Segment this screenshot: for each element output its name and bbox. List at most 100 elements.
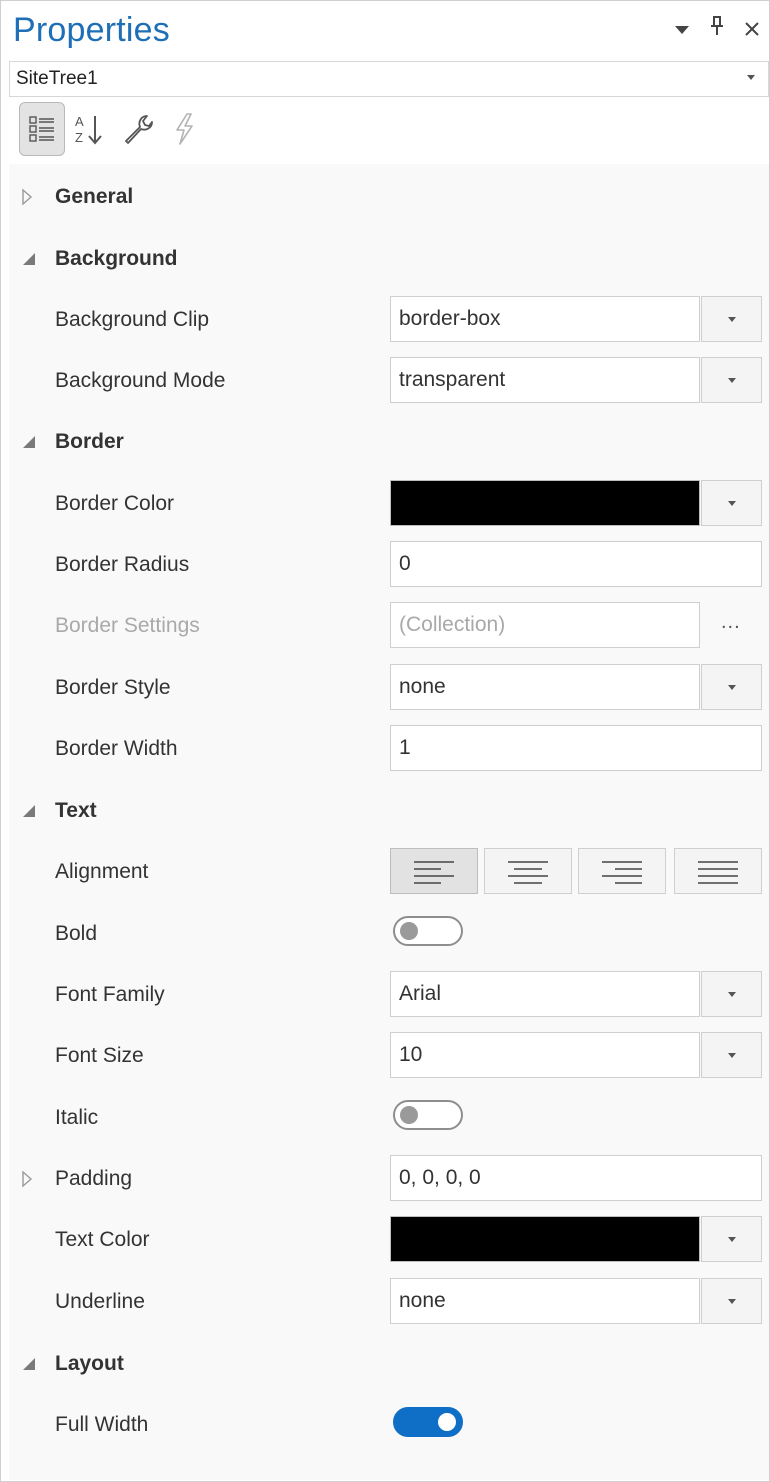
property-label: Border Color <box>55 492 175 515</box>
property-font-size: Font Size 10 <box>9 1031 769 1081</box>
chevron-down-icon[interactable] <box>669 15 695 45</box>
panel-title-bar: Properties <box>1 1 769 61</box>
property-label: Underline <box>55 1290 145 1313</box>
property-bold: Bold <box>9 909 769 959</box>
property-border-settings: Border Settings (Collection) ... <box>9 601 769 651</box>
dropdown-button[interactable] <box>701 1032 762 1078</box>
property-background-clip: Background Clip border-box <box>9 295 769 345</box>
align-left-icon <box>414 861 454 884</box>
property-label: Border Radius <box>55 553 190 576</box>
dropdown-button[interactable] <box>701 971 762 1017</box>
property-border-style: Border Style none <box>9 663 769 713</box>
dropdown-button[interactable] <box>701 357 762 403</box>
dropdown-button[interactable] <box>701 664 762 710</box>
property-italic: Italic <box>9 1093 769 1143</box>
property-underline: Underline none <box>9 1277 769 1327</box>
lightning-icon[interactable] <box>161 102 207 156</box>
wrench-icon[interactable] <box>115 102 161 156</box>
collapse-arrow-icon[interactable] <box>21 1355 37 1373</box>
dropdown-button[interactable] <box>701 1278 762 1324</box>
font-size-select[interactable]: 10 <box>390 1032 700 1078</box>
category-border[interactable]: Border <box>9 417 769 467</box>
toggle-knob <box>400 1106 418 1124</box>
ellipsis-button[interactable]: ... <box>721 611 741 634</box>
property-full-width: Full Width <box>9 1400 769 1450</box>
expand-arrow-icon[interactable] <box>21 1170 37 1188</box>
property-toolbar: A Z <box>9 98 769 164</box>
toggle-knob <box>438 1413 456 1431</box>
category-label: General <box>55 185 134 208</box>
chevron-down-icon <box>746 70 756 84</box>
category-label: Border <box>55 430 124 453</box>
object-selector[interactable]: SiteTree1 <box>9 61 769 97</box>
properties-panel: Properties SiteTree1 A Z General Backgro… <box>0 0 770 1482</box>
panel-title: Properties <box>13 11 170 49</box>
property-label: Border Settings <box>55 614 200 637</box>
property-label: Background Mode <box>55 369 226 392</box>
dropdown-button[interactable] <box>701 296 762 342</box>
property-label: Font Family <box>55 983 165 1006</box>
sort-alphabetical-icon[interactable]: A Z <box>67 102 113 156</box>
border-width-input[interactable]: 1 <box>390 725 762 771</box>
dropdown-button[interactable] <box>701 480 762 526</box>
expand-arrow-icon[interactable] <box>21 188 37 206</box>
border-color-swatch[interactable] <box>390 480 700 526</box>
property-label: Bold <box>55 922 98 945</box>
property-grid: General Background Background Clip borde… <box>9 164 769 1480</box>
property-alignment: Alignment <box>9 847 769 897</box>
categorized-icon[interactable] <box>19 102 65 156</box>
property-label: Border Width <box>55 737 178 760</box>
property-border-color: Border Color <box>9 479 769 529</box>
align-center-button[interactable] <box>484 848 572 894</box>
svg-text:Z: Z <box>75 130 83 145</box>
property-label: Padding <box>55 1167 133 1190</box>
collapse-arrow-icon[interactable] <box>21 250 37 268</box>
property-background-mode: Background Mode transparent <box>9 356 769 406</box>
font-family-select[interactable]: Arial <box>390 971 700 1017</box>
collapse-arrow-icon[interactable] <box>21 433 37 451</box>
padding-input[interactable]: 0, 0, 0, 0 <box>390 1155 762 1201</box>
text-color-swatch[interactable] <box>390 1216 700 1262</box>
align-left-button[interactable] <box>390 848 478 894</box>
border-radius-input[interactable]: 0 <box>390 541 762 587</box>
property-label: Text Color <box>55 1228 150 1251</box>
property-label: Background Clip <box>55 308 210 331</box>
category-general[interactable]: General <box>9 172 769 222</box>
collapse-arrow-icon[interactable] <box>21 802 37 820</box>
category-label: Background <box>55 247 178 270</box>
object-selector-value: SiteTree1 <box>16 68 98 89</box>
svg-text:A: A <box>75 114 84 129</box>
property-label: Full Width <box>55 1413 149 1436</box>
close-icon[interactable] <box>739 15 765 45</box>
property-label: Font Size <box>55 1044 144 1067</box>
property-label: Alignment <box>55 860 149 883</box>
toggle-knob <box>400 922 418 940</box>
category-label: Layout <box>55 1352 124 1375</box>
align-justify-icon <box>698 861 738 884</box>
background-mode-select[interactable]: transparent <box>390 357 700 403</box>
property-padding: Padding 0, 0, 0, 0 <box>9 1154 769 1204</box>
align-right-icon <box>602 861 642 884</box>
category-text[interactable]: Text <box>9 786 769 836</box>
full-width-toggle[interactable] <box>393 1407 463 1437</box>
property-label: Italic <box>55 1106 99 1129</box>
property-font-family: Font Family Arial <box>9 970 769 1020</box>
background-clip-select[interactable]: border-box <box>390 296 700 342</box>
property-label: Border Style <box>55 676 171 699</box>
underline-select[interactable]: none <box>390 1278 700 1324</box>
bold-toggle[interactable] <box>393 916 463 946</box>
align-right-button[interactable] <box>578 848 666 894</box>
border-settings-collection: (Collection) <box>390 602 700 648</box>
italic-toggle[interactable] <box>393 1100 463 1130</box>
border-style-select[interactable]: none <box>390 664 700 710</box>
pin-icon[interactable] <box>704 15 730 45</box>
category-background[interactable]: Background <box>9 234 769 284</box>
property-border-width: Border Width 1 <box>9 724 769 774</box>
align-justify-button[interactable] <box>674 848 762 894</box>
dropdown-button[interactable] <box>701 1216 762 1262</box>
align-center-icon <box>508 861 548 884</box>
category-label: Text <box>55 799 97 822</box>
category-layout[interactable]: Layout <box>9 1339 769 1389</box>
property-text-color: Text Color <box>9 1215 769 1265</box>
property-border-radius: Border Radius 0 <box>9 540 769 590</box>
